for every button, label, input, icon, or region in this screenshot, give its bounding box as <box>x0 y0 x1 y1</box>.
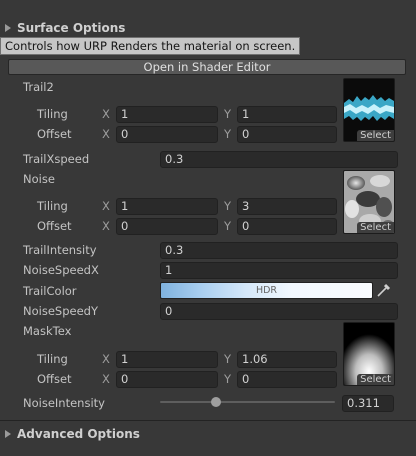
trail2-offset-y-axis-label: Y <box>224 127 232 141</box>
noise-intensity-field[interactable]: 0.311 <box>342 395 394 412</box>
trail2-tiling-y-field[interactable]: 1 <box>237 106 337 123</box>
noise-speed-y-field[interactable]: 0 <box>160 303 398 320</box>
noise-speed-y-label: NoiseSpeedY <box>23 304 98 318</box>
noise-tiling-x-field[interactable]: 1 <box>116 198 218 215</box>
open-in-shader-editor-label: Open in Shader Editor <box>143 60 271 74</box>
trail2-tiling-y-axis-label: Y <box>224 107 232 121</box>
mask-tex-texture-thumbnail[interactable]: Select <box>343 322 395 386</box>
mask-tex-select-button[interactable]: Select <box>357 374 394 385</box>
mask-tex-offset-label: Offset <box>37 372 72 386</box>
tooltip: Controls how URP Renders the material on… <box>0 37 301 55</box>
tooltip-text: Controls how URP Renders the material on… <box>5 39 296 53</box>
mask-tex-tiling-y-axis-label: Y <box>224 352 232 366</box>
trail2-tiling-x-axis-label: X <box>102 107 110 121</box>
noise-label: Noise <box>23 172 55 186</box>
noise-offset-label: Offset <box>37 219 72 233</box>
advanced-options-label: Advanced Options <box>17 427 140 441</box>
mask-tex-tiling-y-field[interactable]: 1.06 <box>237 351 337 368</box>
open-in-shader-editor-button[interactable]: Open in Shader Editor <box>8 59 406 75</box>
trail2-offset-label: Offset <box>37 127 72 141</box>
noise-speed-x-label: NoiseSpeedX <box>23 263 99 277</box>
trail2-offset-x-axis-label: X <box>102 127 110 141</box>
noise-offset-y-field[interactable]: 0 <box>237 218 337 235</box>
surface-options-label: Surface Options <box>17 21 126 35</box>
trail-color-swatch[interactable]: HDR <box>160 282 373 299</box>
mask-tex-tiling-x-axis-label: X <box>102 352 110 366</box>
noise-texture-thumbnail[interactable]: Select <box>343 170 395 234</box>
noise-intensity-label: NoiseIntensity <box>23 396 105 410</box>
slider-track <box>160 401 335 403</box>
section-divider <box>0 420 416 421</box>
trail-intensity-field[interactable]: 0.3 <box>160 242 398 259</box>
noise-tiling-y-axis-label: Y <box>224 199 232 213</box>
mask-tex-offset-x-axis-label: X <box>102 372 110 386</box>
mask-tex-tiling-x-field[interactable]: 1 <box>116 351 218 368</box>
noise-tiling-x-axis-label: X <box>102 199 110 213</box>
noise-offset-y-axis-label: Y <box>224 219 232 233</box>
trail-x-speed-label: TrailXspeed <box>23 152 90 166</box>
trail-intensity-label: TrailIntensity <box>23 243 97 257</box>
noise-offset-x-field[interactable]: 0 <box>116 218 218 235</box>
noise-intensity-slider[interactable] <box>160 394 335 410</box>
collapse-arrow-icon[interactable] <box>5 24 11 32</box>
trail-color-label: TrailColor <box>23 284 77 298</box>
trail2-offset-x-field[interactable]: 0 <box>116 126 218 143</box>
trail2-label: Trail2 <box>23 80 54 94</box>
hdr-label: HDR <box>255 285 278 296</box>
noise-tiling-label: Tiling <box>37 199 68 213</box>
slider-thumb[interactable] <box>211 397 221 407</box>
noise-tiling-y-field[interactable]: 3 <box>237 198 337 215</box>
mask-tex-offset-y-field[interactable]: 0 <box>237 371 337 388</box>
mask-tex-offset-x-field[interactable]: 0 <box>116 371 218 388</box>
trail2-tiling-label: Tiling <box>37 107 68 121</box>
trail2-offset-y-field[interactable]: 0 <box>237 126 337 143</box>
color-picker-icon[interactable] <box>375 282 392 299</box>
mask-tex-label: MaskTex <box>23 324 72 338</box>
noise-speed-x-field[interactable]: 1 <box>160 262 398 279</box>
surface-options-foldout[interactable]: Surface Options <box>5 21 125 35</box>
collapse-arrow-icon[interactable] <box>5 430 11 438</box>
trail2-tiling-x-field[interactable]: 1 <box>116 106 218 123</box>
noise-select-button[interactable]: Select <box>357 222 394 233</box>
mask-tex-tiling-label: Tiling <box>37 352 68 366</box>
advanced-options-foldout[interactable]: Advanced Options <box>5 427 140 441</box>
trail2-select-button[interactable]: Select <box>357 130 394 141</box>
mask-tex-offset-y-axis-label: Y <box>224 372 232 386</box>
trail2-texture-thumbnail[interactable]: Select <box>343 78 395 142</box>
trail-x-speed-field[interactable]: 0.3 <box>160 151 398 168</box>
noise-offset-x-axis-label: X <box>102 219 110 233</box>
